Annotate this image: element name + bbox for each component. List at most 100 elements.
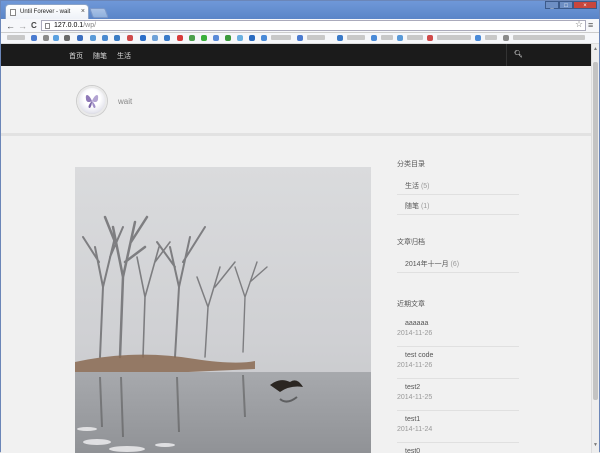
category-link[interactable]: 生活 — [405, 183, 419, 190]
nav-link-essays[interactable]: 随笔 — [93, 51, 107, 61]
list-item[interactable]: 2014年十一月 (6) — [397, 253, 519, 273]
web-page: 首页 随笔 生活 🔍︎ wait 分类目录 生活 (5) 随笔 (1) 文章归档… — [1, 44, 591, 453]
bookmark-icon[interactable] — [177, 35, 183, 41]
list-item[interactable]: 随笔 (1) — [397, 195, 519, 215]
foggy-lake-photo — [75, 167, 371, 453]
bookmark-item[interactable] — [437, 35, 471, 40]
butterfly-logo-icon — [85, 95, 99, 108]
bookmark-item[interactable] — [513, 35, 585, 40]
bookmark-item[interactable] — [485, 35, 497, 40]
scrollbar-thumb[interactable] — [593, 62, 598, 400]
site-logo[interactable] — [77, 86, 107, 116]
bookmark-icon[interactable] — [213, 35, 219, 41]
category-link[interactable]: 随笔 — [405, 203, 419, 210]
bookmark-item[interactable] — [381, 35, 393, 40]
bookmark-icon[interactable] — [249, 35, 255, 41]
list-item[interactable]: test1 2014-11-24 — [397, 411, 519, 443]
post-link[interactable]: test0 — [397, 448, 519, 453]
post-link[interactable]: aaaaaa — [397, 320, 519, 327]
post-date: 2014-11-26 — [397, 330, 433, 337]
back-icon[interactable]: ← — [6, 20, 15, 32]
page-icon — [45, 23, 50, 29]
bookmark-icon[interactable] — [201, 35, 207, 41]
bookmark-icon[interactable] — [475, 35, 481, 41]
bookmark-icon[interactable] — [64, 35, 70, 41]
post-link[interactable]: test1 — [397, 416, 519, 423]
bookmark-icon[interactable] — [140, 35, 146, 41]
bookmark-icon[interactable] — [31, 35, 37, 41]
archives-list: 2014年十一月 (6) — [397, 253, 519, 273]
bookmark-icon[interactable] — [53, 35, 59, 41]
categories-list: 生活 (5) 随笔 (1) — [397, 175, 519, 215]
site-title[interactable]: wait — [118, 97, 132, 106]
bookmark-icon[interactable] — [90, 35, 96, 41]
scroll-down-icon[interactable]: ▼ — [593, 442, 598, 448]
bookmark-icon[interactable] — [43, 35, 49, 41]
post-link[interactable]: test2 — [397, 384, 519, 391]
maximize-button[interactable]: □ — [559, 1, 573, 9]
bookmark-item[interactable] — [307, 35, 325, 40]
page-icon — [10, 9, 16, 16]
browser-tab[interactable]: Until Forever - wait × — [5, 4, 89, 19]
bookmark-item[interactable] — [271, 35, 291, 40]
widget-title-archives: 文章归档 — [397, 239, 425, 246]
post-date: 2014-11-24 — [397, 426, 433, 433]
bookmark-icon[interactable] — [297, 35, 303, 41]
bookmark-icon[interactable] — [152, 35, 158, 41]
bookmark-icon[interactable] — [337, 35, 343, 41]
list-item[interactable]: aaaaaa 2014-11-26 — [397, 315, 519, 347]
close-window-button[interactable]: × — [573, 1, 597, 9]
vertical-scrollbar[interactable]: ▲ ▼ — [591, 44, 599, 453]
archive-count: (6) — [450, 261, 460, 268]
browser-toolbar: ← → C 127.0.0.1/wp/ ☆ ≡ — [1, 19, 599, 33]
category-count: (5) — [420, 183, 430, 190]
bookmark-icon[interactable] — [427, 35, 433, 41]
featured-image[interactable] — [75, 167, 371, 453]
sidebar: 分类目录 生活 (5) 随笔 (1) 文章归档 2014年十一月 (6) 近期文… — [397, 157, 519, 453]
bookmark-item[interactable] — [407, 35, 423, 40]
browser-window: Until Forever - wait × _ □ × ← → C 127.0… — [0, 0, 600, 453]
scroll-up-icon[interactable]: ▲ — [593, 46, 598, 52]
bookmark-icon[interactable] — [371, 35, 377, 41]
bookmark-icon[interactable] — [164, 35, 170, 41]
site-nav-bar: 首页 随笔 生活 🔍︎ — [1, 44, 591, 66]
forward-icon[interactable]: → — [18, 20, 27, 32]
address-bar[interactable]: 127.0.0.1/wp/ — [41, 20, 586, 31]
menu-icon[interactable]: ≡ — [588, 20, 593, 30]
bookmark-item[interactable] — [7, 35, 25, 40]
nav-divider — [506, 44, 507, 66]
list-item[interactable]: test2 2014-11-25 — [397, 379, 519, 411]
bookmark-icon[interactable] — [127, 35, 133, 41]
bookmark-item[interactable] — [347, 35, 365, 40]
search-icon[interactable]: 🔍︎ — [514, 50, 523, 58]
category-count: (1) — [420, 203, 430, 210]
bookmark-icon[interactable] — [397, 35, 403, 41]
list-item[interactable]: test code 2014-11-26 — [397, 347, 519, 379]
widget-title-categories: 分类目录 — [397, 161, 425, 168]
bookmark-icon[interactable] — [503, 35, 509, 41]
bookmark-star-icon[interactable]: ☆ — [575, 19, 583, 30]
bookmark-icon[interactable] — [114, 35, 120, 41]
list-item[interactable]: 生活 (5) — [397, 175, 519, 195]
new-tab-button[interactable] — [89, 8, 109, 18]
url-path: /wp/ — [83, 22, 97, 29]
nav-link-life[interactable]: 生活 — [117, 51, 131, 61]
site-header: wait — [1, 66, 591, 136]
bookmarks-bar — [1, 33, 599, 44]
minimize-button[interactable]: _ — [545, 1, 559, 9]
bookmark-icon[interactable] — [189, 35, 195, 41]
bookmark-icon[interactable] — [102, 35, 108, 41]
tab-title: Until Forever - wait — [20, 9, 71, 15]
post-link[interactable]: test code — [397, 352, 519, 359]
bookmark-icon[interactable] — [237, 35, 243, 41]
title-bar: Until Forever - wait × _ □ × — [1, 1, 599, 19]
url-host: 127.0.0.1 — [54, 22, 84, 29]
bookmark-icon[interactable] — [225, 35, 231, 41]
reload-icon[interactable]: C — [31, 20, 37, 32]
bookmark-icon[interactable] — [77, 35, 83, 41]
nav-link-home[interactable]: 首页 — [69, 51, 83, 61]
archive-link[interactable]: 2014年十一月 — [405, 261, 449, 268]
bookmark-icon[interactable] — [261, 35, 267, 41]
tab-close-icon[interactable]: × — [81, 8, 85, 15]
post-date: 2014-11-25 — [397, 394, 433, 401]
